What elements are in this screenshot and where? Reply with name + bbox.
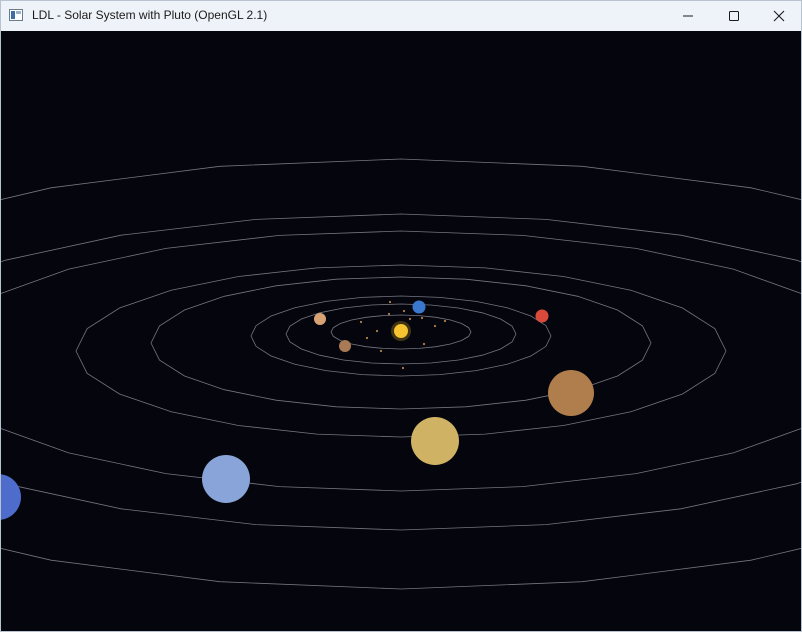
- mars-body: [535, 309, 549, 323]
- app-window-icon: [9, 9, 23, 21]
- maximize-icon: [729, 11, 739, 21]
- earth-body: [412, 300, 426, 314]
- window-title: LDL - Solar System with Pluto (OpenGL 2.…: [32, 8, 268, 22]
- uranus-body: [202, 455, 250, 503]
- asteroid-dot: [422, 342, 426, 346]
- asteroid-dot: [359, 320, 363, 324]
- minimize-button[interactable]: [665, 1, 711, 31]
- orbit-ring-5: [75, 264, 727, 438]
- close-button[interactable]: [756, 1, 802, 31]
- close-icon: [773, 10, 785, 22]
- asteroid-dot: [420, 316, 424, 320]
- maximize-button[interactable]: [711, 1, 757, 31]
- title-bar[interactable]: LDL - Solar System with Pluto (OpenGL 2.…: [1, 1, 801, 31]
- asteroid-dot: [387, 312, 391, 316]
- asteroid-dot: [433, 324, 437, 328]
- asteroid-dot: [365, 336, 369, 340]
- jupiter-body: [548, 370, 594, 416]
- asteroid-dot: [401, 366, 405, 370]
- asteroid-dot: [388, 300, 392, 304]
- mercury-body: [339, 340, 351, 352]
- app-window: LDL - Solar System with Pluto (OpenGL 2.…: [0, 0, 802, 632]
- asteroid-dot: [408, 317, 412, 321]
- asteroid-dot: [375, 329, 379, 333]
- orbit-ring-7: [1, 213, 801, 531]
- orbit-lines: [1, 158, 801, 590]
- solar-system-scene: [1, 158, 801, 590]
- orbit-ring-6: [1, 230, 801, 492]
- opengl-viewport[interactable]: [1, 31, 801, 631]
- asteroid-dot: [379, 349, 383, 353]
- orbit-ring-8: [1, 158, 801, 590]
- venus-body: [314, 313, 326, 325]
- saturn-body: [411, 417, 459, 465]
- sun-body: [394, 324, 408, 338]
- asteroid-dot: [443, 319, 447, 323]
- neptune-body: [1, 474, 21, 520]
- minimize-icon: [683, 15, 693, 17]
- asteroid-dot: [402, 309, 406, 313]
